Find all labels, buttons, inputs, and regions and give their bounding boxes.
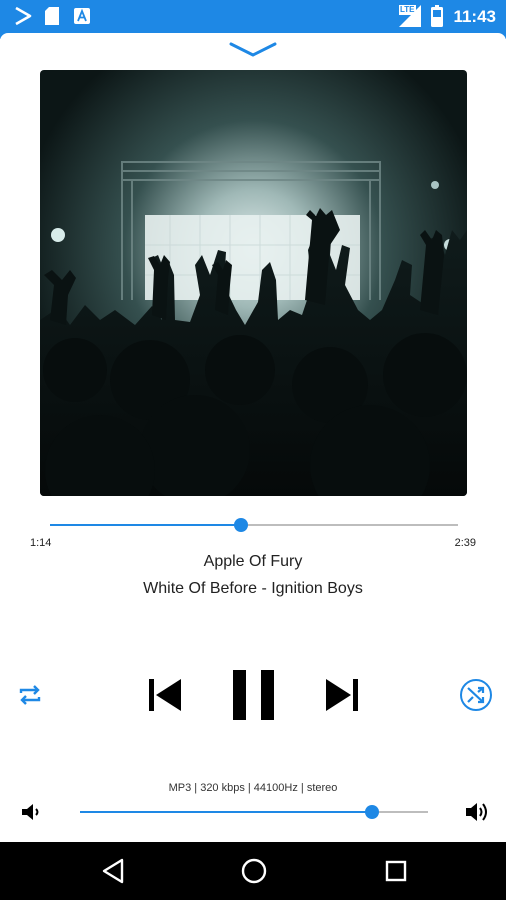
volume-level [80,811,373,813]
home-icon[interactable] [240,856,268,886]
status-bar: LTE 11:43 [0,0,506,33]
lte-label: LTE [399,5,416,15]
volume-thumb[interactable] [365,805,380,819]
navigation-bar [0,842,506,900]
volume-slider[interactable] [80,802,428,822]
recents-icon[interactable] [384,856,408,886]
elapsed-time: 1:14 [30,537,52,549]
track-title: Apple Of Fury [203,553,303,570]
app-a-icon [74,8,90,24]
back-icon[interactable] [100,856,126,886]
seek-bar[interactable] [50,515,458,535]
sd-card-icon [45,7,59,25]
pause-icon[interactable] [231,670,277,720]
total-time: 2:39 [454,537,476,549]
seek-thumb[interactable] [233,518,248,532]
skip-previous-icon[interactable] [146,677,184,713]
play-store-icon [15,6,32,26]
album-art [40,70,467,496]
seek-progress [50,524,241,526]
chevron-down-icon[interactable] [228,40,278,60]
volume-low-icon[interactable] [20,801,42,823]
format-info: MP3 | 320 kbps | 44100Hz | stereo [168,782,338,794]
repeat-icon[interactable] [17,682,43,708]
volume-high-icon[interactable] [464,799,490,825]
battery-icon [431,5,443,27]
track-subtitle: White Of Before - Ignition Boys [143,580,363,597]
clock: 11:43 [453,7,496,26]
shuffle-icon[interactable] [459,678,493,712]
skip-next-icon[interactable] [323,677,361,713]
